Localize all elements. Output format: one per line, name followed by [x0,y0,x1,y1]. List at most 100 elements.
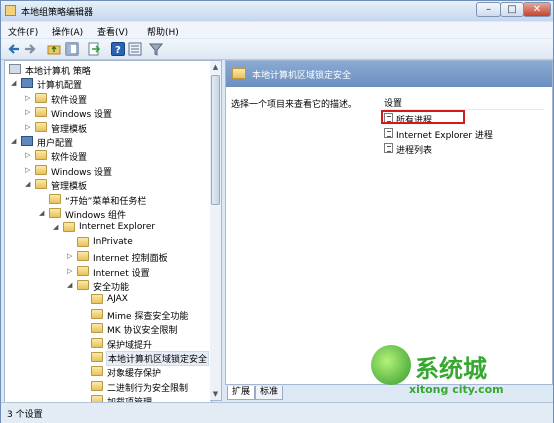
folder-icon [49,193,61,204]
folder-icon [91,366,103,377]
folder-icon [232,68,246,79]
menu-action[interactable]: 操作(A) [52,25,83,38]
expand-icon[interactable]: ▷ [67,251,75,262]
toolbar: ? [1,39,553,60]
tree-node-label: 计算机配置 [37,81,83,92]
up-folder-icon[interactable] [47,42,61,56]
expand-icon[interactable]: ▷ [25,165,33,176]
setting-label: Internet Explorer 进程 [396,131,493,141]
logo-icon [371,345,411,385]
expand-icon[interactable]: ▷ [25,150,33,161]
details-pane: 本地计算机区域锁定安全 选择一个项目来查看它的描述。 设置 所有进程 Inter… [225,60,553,385]
show-tree-icon[interactable] [65,42,79,56]
maximize-button[interactable]: □ [500,2,524,17]
tree-node-label: AJAX [107,294,128,305]
folder-icon [63,222,75,233]
tree-scrollbar[interactable]: ▲ ▼ [210,60,222,401]
forward-icon[interactable] [23,42,37,56]
svg-text:?: ? [115,45,121,55]
computer-icon [21,78,33,89]
tab-standard[interactable]: 标准 [255,386,283,400]
expand-icon[interactable]: ▷ [67,266,75,277]
export-icon[interactable] [87,42,101,56]
tree-node-label: 用户配置 [37,139,74,149]
policy-root-icon [9,64,21,74]
expand-icon[interactable]: ▷ [25,93,33,104]
tree-node-label: 对象缓存保护 [107,369,162,380]
expand-icon[interactable]: ▷ [25,107,33,118]
folder-icon [35,121,47,132]
collapse-icon[interactable]: ◢ [11,78,19,89]
folder-icon [91,352,103,362]
collapse-icon[interactable]: ◢ [39,208,47,219]
tree-node-label: 软件设置 [51,95,88,106]
tree-node-label: Internet 设置 [93,268,150,279]
column-header-label: 设置 [384,99,403,109]
tree-node-label: 管理模板 [51,124,88,135]
tree-node-label: 保护域提升 [107,340,153,351]
watermark-text: 系统城 [415,355,487,383]
collapse-icon[interactable]: ◢ [53,222,61,233]
column-header-settings[interactable]: 设置 [384,95,544,110]
scroll-up-icon[interactable]: ▲ [211,62,220,72]
setting-icon [384,143,393,153]
folder-icon [77,251,89,262]
scroll-down-icon[interactable]: ▼ [211,389,220,399]
folder-icon [35,92,47,103]
back-icon[interactable] [7,42,21,56]
tree-node-label: 本地计算机 策略 [25,67,91,77]
filter-icon[interactable] [148,42,164,56]
setting-label: 进程列表 [396,146,433,156]
title-bar: 本地组策略编辑器 – □ ✕ [1,1,553,21]
tree-node-label: Windows 组件 [65,211,127,221]
menu-help[interactable]: 帮助(H) [147,25,179,38]
tree-node-label: 安全功能 [93,283,130,293]
watermark-subtext: xitong city.com [409,383,504,396]
close-button[interactable]: ✕ [523,2,551,17]
help-icon[interactable]: ? [111,42,125,56]
status-text: 3 个设置 [7,410,43,420]
folder-icon [35,179,47,190]
collapse-icon[interactable]: ◢ [25,179,33,190]
menu-bar: 文件(F) 操作(A) 查看(V) 帮助(H) [1,22,553,38]
tree-node-label: Mime 探查安全功能 [107,311,189,322]
app-icon [5,5,16,16]
tree-node-label: 管理模板 [51,182,88,193]
tree-node-label: InPrivate [93,236,133,247]
folder-icon [91,337,103,348]
minimize-button[interactable]: – [476,2,501,17]
tree-node-label: Windows 设置 [51,167,113,178]
highlight-box [381,110,465,124]
collapse-icon[interactable]: ◢ [11,136,19,147]
tree-node-label: MK 协议安全限制 [107,326,178,337]
menu-view[interactable]: 查看(V) [97,25,128,38]
details-title: 本地计算机区域锁定安全 [252,71,352,81]
details-header: 本地计算机区域锁定安全 [226,61,552,87]
folder-icon [35,150,47,161]
watermark-logo: 系统城 xitong city.com [371,345,541,401]
collapse-icon[interactable]: ◢ [67,280,75,291]
folder-icon [77,280,89,290]
status-bar: 3 个设置 [1,402,553,423]
tree-node-label: 软件设置 [51,153,88,164]
expand-icon[interactable]: ▷ [25,122,33,133]
scroll-thumb[interactable] [211,75,220,205]
menu-file[interactable]: 文件(F) [8,25,38,38]
computer-icon [21,136,33,146]
folder-icon [35,107,47,118]
tree-node-label: Windows 设置 [51,110,113,121]
folder-icon [49,208,61,218]
tree-node-label: 二进制行为安全限制 [107,383,189,394]
tree-node-label: “开始”菜单和任务栏 [65,196,147,207]
app-window: 本地组策略编辑器 – □ ✕ 文件(F) 操作(A) 查看(V) 帮助(H) ?… [0,0,554,423]
folder-icon [77,265,89,276]
tab-extended[interactable]: 扩展 [227,386,255,400]
description-text: 选择一个项目来查看它的描述。 [231,100,358,110]
tree-node-label: Internet Explorer [79,222,156,233]
folder-icon [91,294,103,305]
folder-icon [91,380,103,391]
tree-node-label: 本地计算机区域锁定安全 [105,351,210,366]
properties-icon[interactable] [128,42,142,56]
folder-icon [77,236,89,247]
setting-icon [384,128,393,138]
